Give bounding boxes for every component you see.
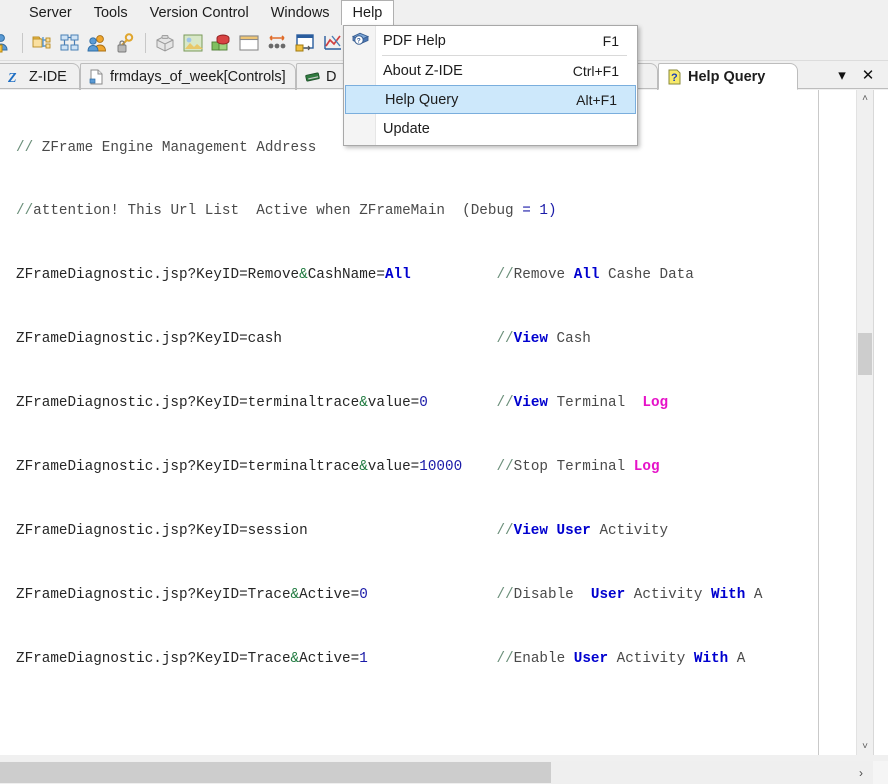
tab-help-query[interactable]: ? Help Query (658, 63, 798, 90)
code-content: // ZFrame Engine Management Address //at… (16, 139, 763, 667)
svg-text:?: ? (356, 38, 360, 45)
menu-icon-placeholder (344, 56, 376, 85)
tab-label-help-query: Help Query (688, 68, 766, 85)
editor-right-gutter (873, 90, 888, 755)
menu-option-label-update: Update (383, 120, 430, 137)
tab-label-d: D (326, 69, 337, 85)
window-icon[interactable] (238, 32, 260, 54)
menu-item-tools[interactable]: Tools (83, 0, 139, 25)
menu-icon-placeholder (344, 114, 376, 143)
menu-shortcut-help-query: Alt+F1 (576, 91, 617, 108)
scrollbar-corner (873, 761, 888, 784)
user-add-icon[interactable] (0, 32, 14, 54)
toolbar-separator-1 (22, 32, 23, 53)
tab-close-icon[interactable]: ✕ (858, 64, 878, 86)
menu-item-windows[interactable]: Windows (260, 0, 341, 25)
menu-option-help-query[interactable]: Help Query Alt+F1 (345, 85, 636, 114)
horizontal-scrollbar-thumb[interactable] (0, 762, 551, 783)
scroll-down-arrow-icon[interactable]: ˅ (857, 738, 873, 755)
package-icon[interactable] (154, 32, 176, 54)
tab-label-frmdays-of-week: frmdays_of_week[Controls] (110, 69, 286, 85)
menu-option-update[interactable]: Update (344, 114, 637, 143)
menu-icon-placeholder (346, 85, 378, 114)
svg-text:Z: Z (8, 71, 17, 85)
menu-option-pdf-help[interactable]: ? PDF Help F1 (344, 26, 637, 55)
document-icon (89, 69, 104, 85)
editor-margin-ruler (818, 90, 819, 755)
scroll-up-arrow-icon[interactable]: ˄ (857, 90, 873, 107)
network-nodes-icon[interactable] (266, 32, 288, 54)
menu-item-help[interactable]: Help (340, 0, 395, 25)
tab-label-z-ide: Z-IDE (29, 69, 67, 85)
folder-tree-icon[interactable] (31, 32, 53, 54)
tab-z-ide[interactable]: Z Z-IDE (0, 63, 80, 90)
chart-report-icon[interactable] (322, 32, 344, 54)
help-book-icon: ? (344, 26, 376, 55)
menu-option-label-help-query: Help Query (385, 91, 459, 108)
toolbar-separator-2 (145, 32, 146, 53)
org-chart-icon[interactable] (59, 32, 81, 54)
help-menu-dropdown: ? PDF Help F1 About Z-IDE Ctrl+F1 Help Q… (343, 25, 638, 146)
menu-item-version-control[interactable]: Version Control (139, 0, 260, 25)
vertical-scrollbar[interactable]: ˄ ˅ (856, 90, 873, 755)
zide-application-window: Server Tools Version Control Windows Hel… (0, 0, 888, 784)
tab-list-dropdown-icon[interactable]: ▾ (832, 64, 852, 86)
menu-shortcut-about-z-ide: Ctrl+F1 (572, 62, 619, 79)
menu-shortcut-pdf-help: F1 (602, 32, 619, 49)
menu-item-server[interactable]: Server (18, 0, 83, 25)
code-editor[interactable]: // ZFrame Engine Management Address //at… (0, 90, 856, 755)
svg-text:?: ? (671, 72, 678, 84)
help-doc-icon: ? (667, 69, 682, 85)
scroll-right-arrow-icon[interactable]: › (851, 761, 871, 784)
horizontal-scrollbar[interactable]: › (0, 761, 873, 784)
window-export-icon[interactable] (294, 32, 316, 54)
key-lock-icon[interactable] (115, 32, 137, 54)
database-cubes-icon[interactable] (210, 32, 232, 54)
tab-frmdays-of-week[interactable]: frmdays_of_week[Controls] (80, 63, 296, 90)
menu-bar: Server Tools Version Control Windows Hel… (0, 0, 888, 25)
users-icon[interactable] (87, 32, 109, 54)
image-map-icon[interactable] (182, 32, 204, 54)
menu-option-label-about-z-ide: About Z-IDE (383, 62, 463, 79)
z-logo-icon: Z (8, 69, 23, 85)
vertical-scrollbar-thumb[interactable] (858, 333, 872, 375)
menu-option-label-pdf-help: PDF Help (383, 32, 446, 49)
memory-chip-icon (305, 69, 320, 85)
menu-option-about-z-ide[interactable]: About Z-IDE Ctrl+F1 (344, 56, 637, 85)
